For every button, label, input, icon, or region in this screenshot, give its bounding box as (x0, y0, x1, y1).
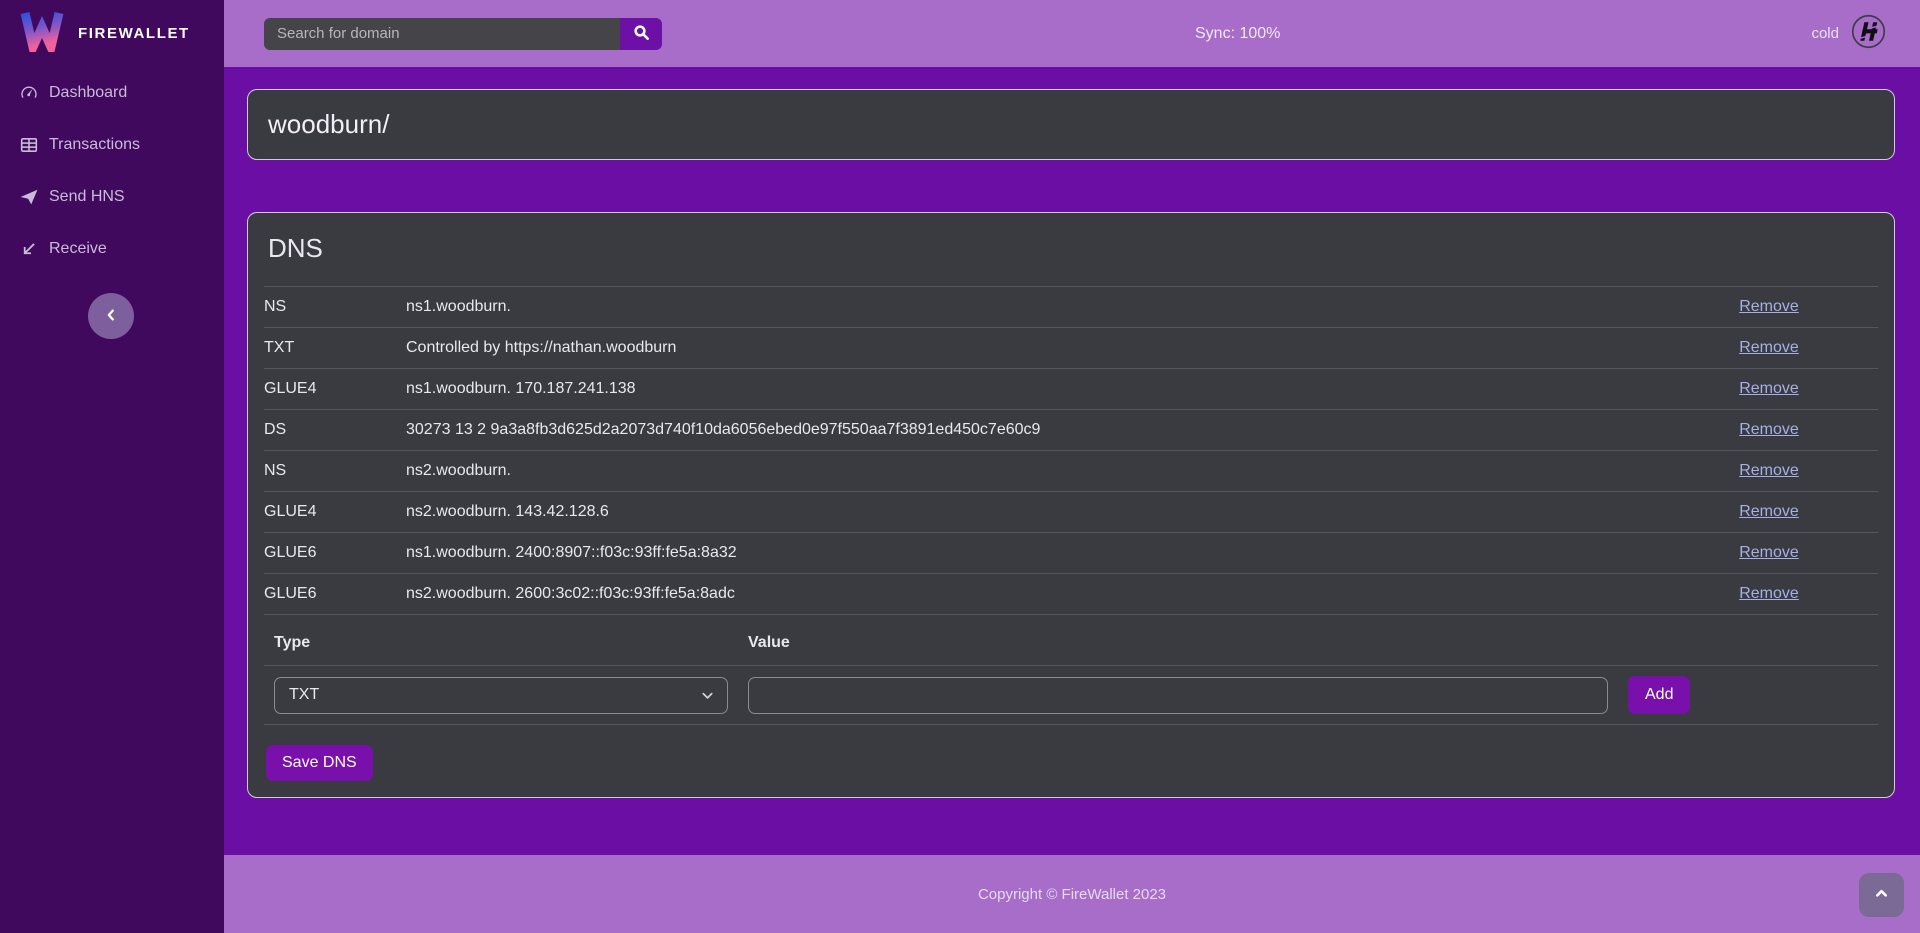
table-row: GLUE6 ns1.woodburn. 2400:8907::f03c:93ff… (264, 533, 1878, 574)
record-value: ns1.woodburn. 2400:8907::f03c:93ff:fe5a:… (406, 533, 1668, 574)
table-row: NS ns2.woodburn. Remove (264, 451, 1878, 492)
domain-search (264, 18, 662, 50)
remove-record-link[interactable]: Remove (1739, 462, 1799, 479)
table-row: TXT Controlled by https://nathan.woodbur… (264, 328, 1878, 369)
sidebar-item-transactions[interactable]: Transactions (0, 119, 224, 171)
handshake-logo-icon[interactable] (1851, 14, 1886, 54)
chevron-up-icon (1874, 886, 1889, 904)
wallet-name: cold (1811, 25, 1839, 42)
table-row: GLUE6 ns2.woodburn. 2600:3c02::f03c:93ff… (264, 574, 1878, 615)
search-input[interactable] (264, 18, 620, 50)
copyright-text: Copyright © FireWallet 2023 (978, 886, 1166, 903)
arrow-down-left-icon (20, 240, 38, 258)
brand-name: FIREWALLET (78, 25, 190, 42)
sidebar-item-label: Transactions (49, 136, 140, 154)
value-column-header: Value (738, 615, 1618, 666)
selected-type: TXT (289, 686, 319, 704)
record-value-input[interactable] (748, 677, 1608, 714)
sync-status: Sync: 100% (1195, 0, 1280, 67)
wallet-selector[interactable]: cold (1811, 14, 1886, 54)
domain-card: woodburn/ (247, 89, 1895, 160)
main-content: woodburn/ DNS NS ns1.woodburn. Remove TX… (224, 67, 1920, 855)
table-row: GLUE4 ns2.woodburn. 143.42.128.6 Remove (264, 492, 1878, 533)
remove-record-link[interactable]: Remove (1739, 339, 1799, 356)
record-value: ns2.woodburn. (406, 451, 1668, 492)
record-value: ns2.woodburn. 143.42.128.6 (406, 492, 1668, 533)
search-button[interactable] (620, 18, 662, 50)
table-row: GLUE4 ns1.woodburn. 170.187.241.138 Remo… (264, 369, 1878, 410)
record-type: GLUE6 (264, 574, 406, 615)
scroll-to-top-button[interactable] (1859, 873, 1904, 917)
footer: Copyright © FireWallet 2023 (224, 855, 1920, 933)
speedometer-icon (20, 84, 38, 102)
dns-section-title: DNS (268, 233, 1878, 264)
firewallet-w-logo-icon (18, 10, 66, 57)
remove-record-link[interactable]: Remove (1739, 380, 1799, 397)
record-value: ns1.woodburn. 170.187.241.138 (406, 369, 1668, 410)
paper-plane-icon (20, 188, 38, 206)
type-column-header: Type (264, 615, 738, 666)
remove-record-link[interactable]: Remove (1739, 503, 1799, 520)
sidebar: FIREWALLET Dashboard Transactions (0, 0, 224, 933)
sidebar-item-label: Send HNS (49, 188, 125, 206)
record-type: GLUE6 (264, 533, 406, 574)
sidebar-collapse-button[interactable] (88, 293, 134, 339)
remove-record-link[interactable]: Remove (1739, 585, 1799, 602)
record-type-select[interactable]: TXT (274, 677, 728, 714)
record-type: GLUE4 (264, 369, 406, 410)
record-type: NS (264, 451, 406, 492)
record-value: 30273 13 2 9a3a8fb3d625d2a2073d740f10da6… (406, 410, 1668, 451)
record-type: TXT (264, 328, 406, 369)
remove-record-link[interactable]: Remove (1739, 544, 1799, 561)
sidebar-item-send-hns[interactable]: Send HNS (0, 171, 224, 223)
sidebar-item-receive[interactable]: Receive (0, 223, 224, 275)
chevron-left-icon (104, 308, 118, 325)
record-type: NS (264, 287, 406, 328)
record-value: ns1.woodburn. (406, 287, 1668, 328)
page-title: woodburn/ (268, 109, 389, 140)
sidebar-item-dashboard[interactable]: Dashboard (0, 67, 224, 119)
record-type: GLUE4 (264, 492, 406, 533)
table-row: NS ns1.woodburn. Remove (264, 287, 1878, 328)
brand[interactable]: FIREWALLET (0, 0, 224, 67)
dns-records-table: NS ns1.woodburn. Remove TXT Controlled b… (264, 286, 1878, 615)
table-row: DS 30273 13 2 9a3a8fb3d625d2a2073d740f10… (264, 410, 1878, 451)
record-type: DS (264, 410, 406, 451)
record-value: Controlled by https://nathan.woodburn (406, 328, 1668, 369)
add-record-form: Type Value TXT (264, 615, 1878, 725)
sidebar-item-label: Dashboard (49, 84, 127, 102)
remove-record-link[interactable]: Remove (1739, 298, 1799, 315)
save-dns-button[interactable]: Save DNS (266, 745, 373, 781)
search-icon (633, 24, 650, 44)
add-record-button[interactable]: Add (1628, 676, 1690, 714)
remove-record-link[interactable]: Remove (1739, 421, 1799, 438)
table-icon (20, 136, 38, 154)
dns-card: DNS NS ns1.woodburn. Remove TXT Controll… (247, 212, 1895, 798)
chevron-down-icon (700, 688, 715, 708)
sidebar-item-label: Receive (49, 240, 107, 258)
record-value: ns2.woodburn. 2600:3c02::f03c:93ff:fe5a:… (406, 574, 1668, 615)
topbar: Sync: 100% cold (224, 0, 1920, 67)
